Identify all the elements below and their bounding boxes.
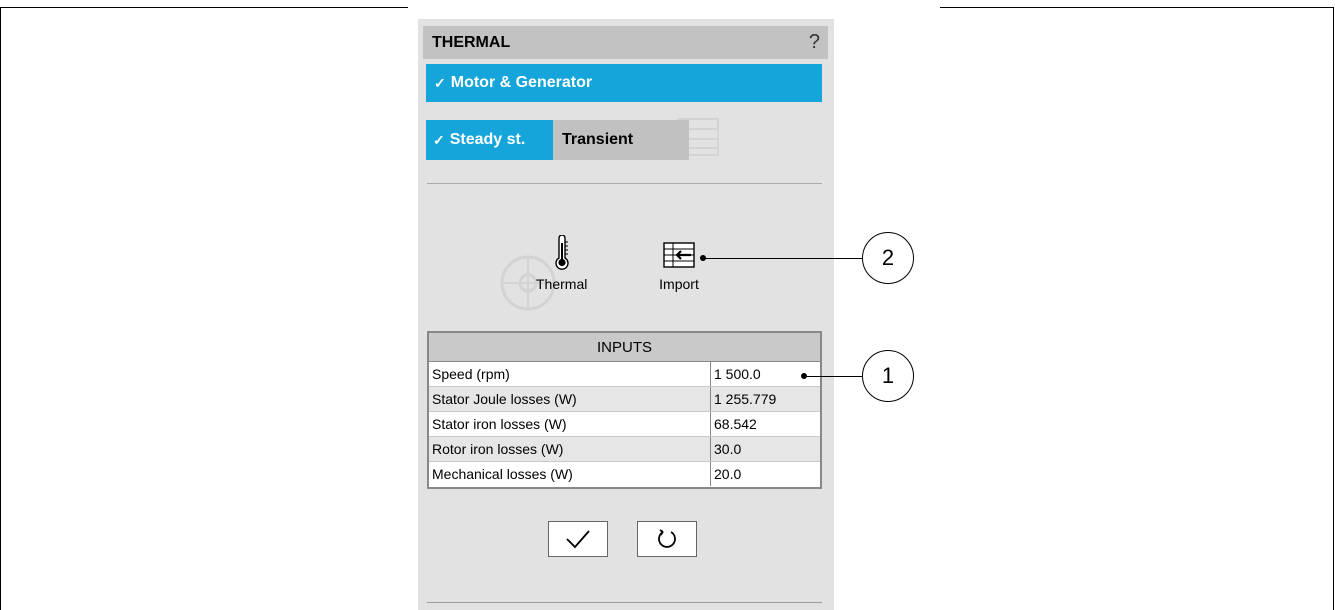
tool-label: Thermal <box>536 276 588 292</box>
tool-label: Import <box>659 276 699 292</box>
input-label: Speed (rpm) <box>429 362 711 386</box>
mode-label: Transient <box>562 131 634 148</box>
input-label: Mechanical losses (W) <box>429 462 711 486</box>
reset-button[interactable] <box>637 521 697 557</box>
input-label: Stator iron losses (W) <box>429 412 711 436</box>
table-row: Rotor iron losses (W) 30.0 <box>429 437 820 462</box>
table-row: Speed (rpm) 1 500.0 <box>429 362 820 387</box>
check-icon: ✓ <box>433 131 445 148</box>
callout-1: 1 <box>862 350 914 402</box>
input-value[interactable]: 68.542 <box>711 412 820 436</box>
panel-header: THERMAL ? <box>423 26 828 59</box>
frame-left-line <box>0 7 1 610</box>
input-value[interactable]: 1 255.779 <box>711 387 820 411</box>
checkmark-icon <box>566 530 590 549</box>
inputs-table: INPUTS Speed (rpm) 1 500.0 Stator Joule … <box>427 331 822 489</box>
tool-import[interactable]: Import <box>659 241 699 292</box>
input-value[interactable]: 30.0 <box>711 437 820 461</box>
frame-right-line <box>1333 7 1334 610</box>
callout-1-leader <box>804 376 863 377</box>
apply-button[interactable] <box>548 521 608 557</box>
mode-transient-button[interactable]: Transient <box>553 120 689 160</box>
mode-steady-state-button[interactable]: ✓ Steady st. <box>426 120 553 160</box>
thermometer-icon <box>554 235 569 270</box>
frame-top-line-right <box>940 7 1334 8</box>
table-row: Mechanical losses (W) 20.0 <box>429 462 820 486</box>
divider <box>427 602 822 603</box>
input-label: Stator Joule losses (W) <box>429 387 711 411</box>
mode-label: Steady st. <box>449 131 526 148</box>
mode-selector: ✓ Steady st. Transient <box>426 120 689 160</box>
import-table-icon <box>663 242 695 268</box>
panel-title: THERMAL <box>432 33 511 51</box>
divider <box>427 183 822 184</box>
help-button[interactable]: ? <box>809 31 820 54</box>
table-row: Stator Joule losses (W) 1 255.779 <box>429 387 820 412</box>
inputs-table-title: INPUTS <box>429 333 820 362</box>
input-value[interactable]: 20.0 <box>711 462 820 486</box>
callout-2: 2 <box>862 232 914 284</box>
application-motor-generator[interactable]: ✓ Motor & Generator <box>426 64 822 102</box>
table-row: Stator iron losses (W) 68.542 <box>429 412 820 437</box>
application-label: Motor & Generator <box>450 74 593 91</box>
input-label: Rotor iron losses (W) <box>429 437 711 461</box>
thermal-panel: THERMAL ? ✓ Motor & Generator ✓ Steady s… <box>418 19 834 610</box>
refresh-icon <box>658 529 676 548</box>
check-icon: ✓ <box>434 74 446 91</box>
frame-top-line-left <box>0 7 408 8</box>
callout-2-leader <box>703 258 863 259</box>
tool-thermal[interactable]: Thermal <box>536 235 587 292</box>
